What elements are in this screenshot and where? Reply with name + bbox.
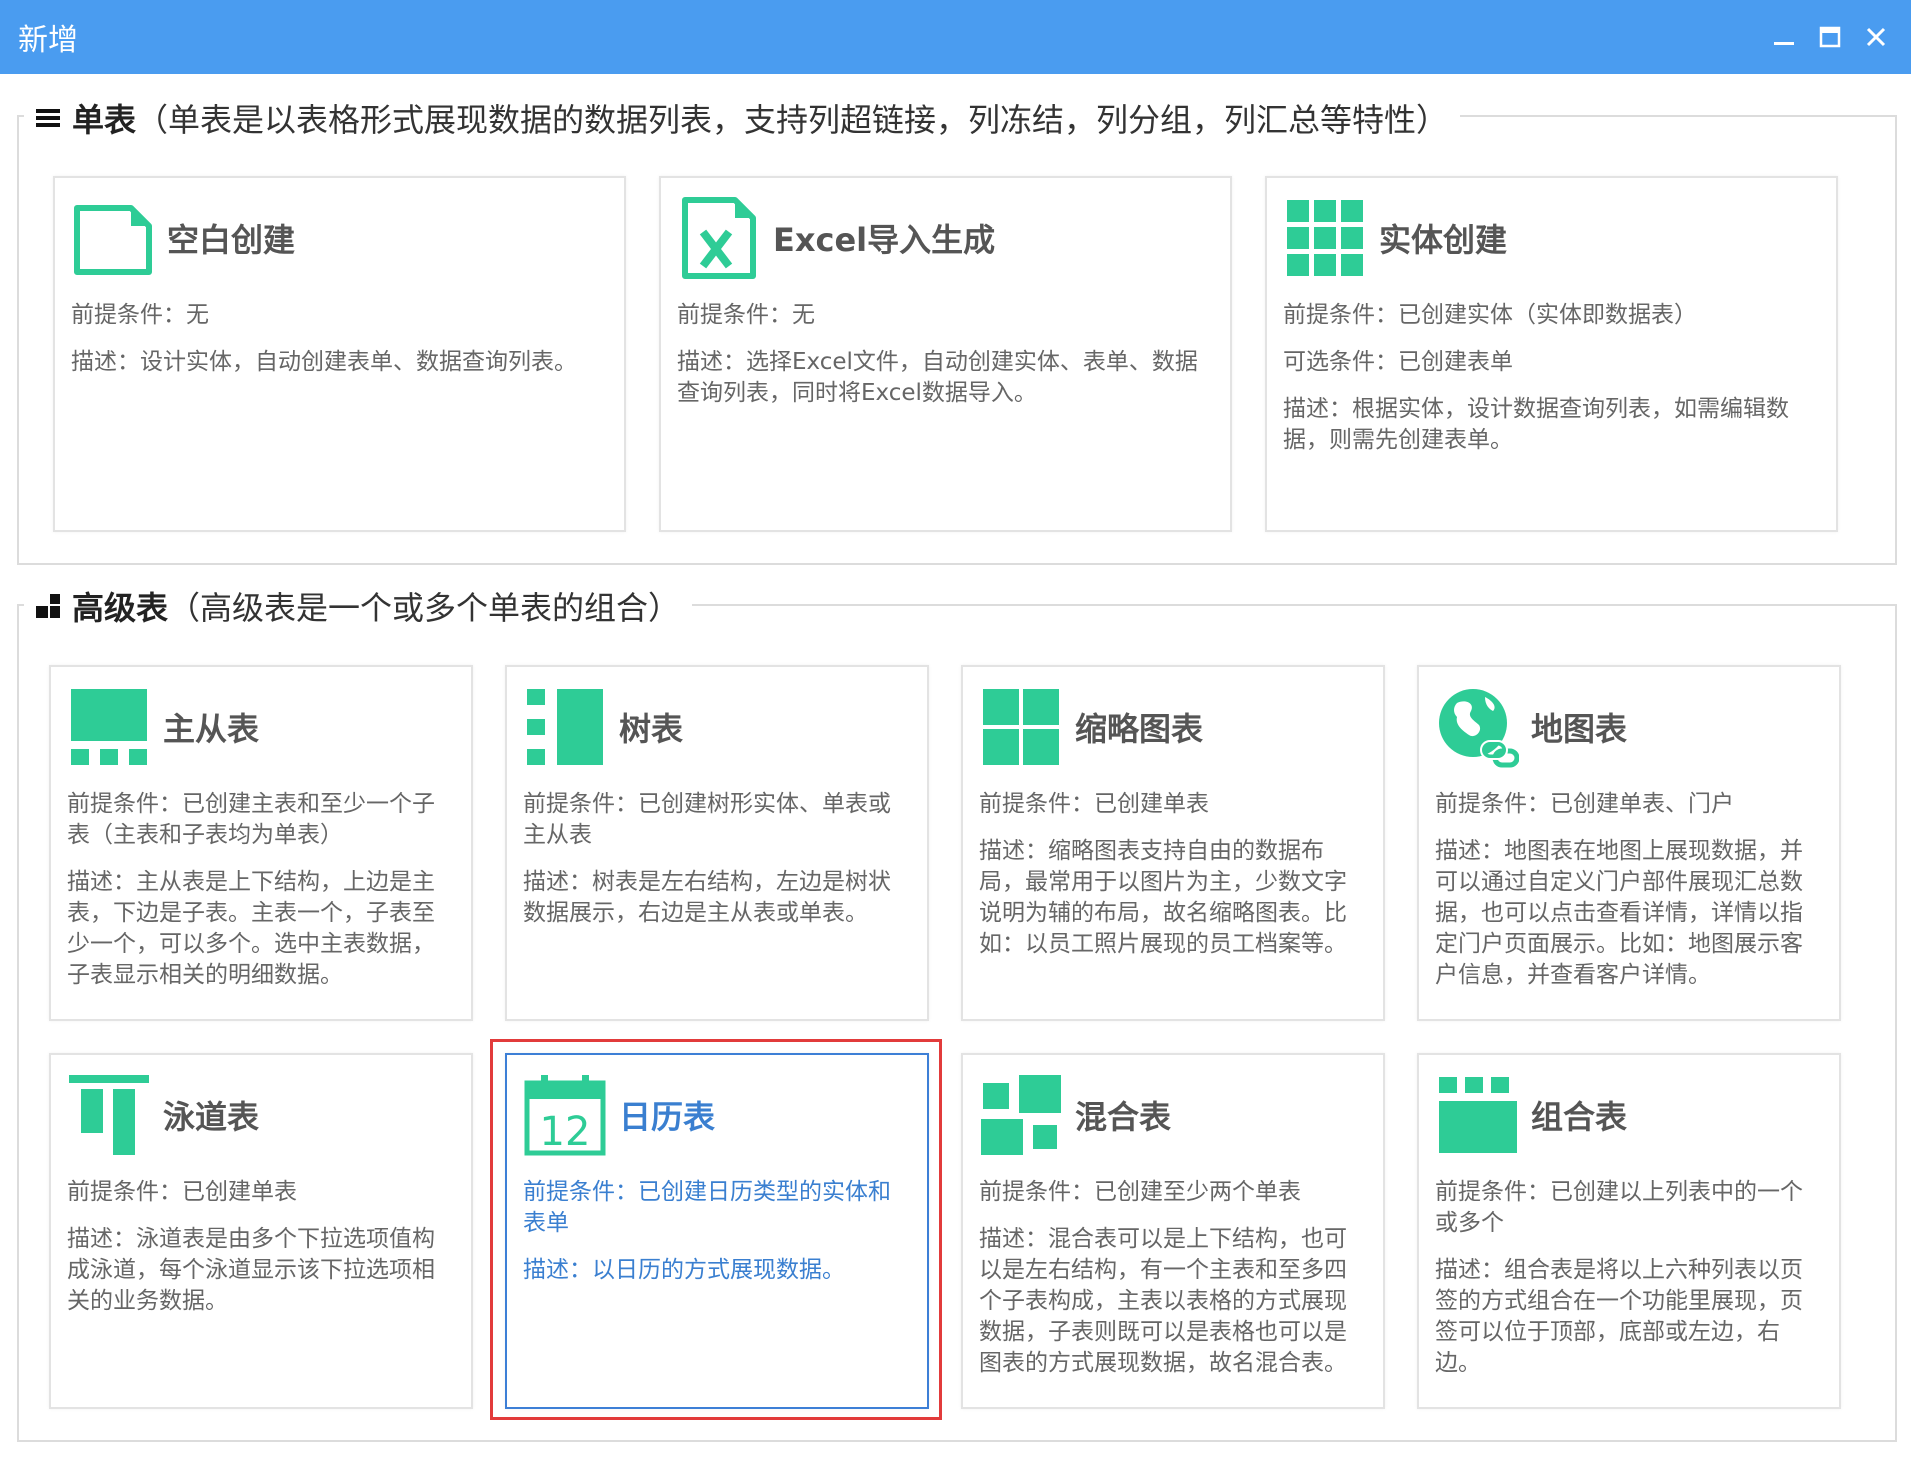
- card-thumbnail-table[interactable]: 缩略图表 前提条件：已创建单表 描述：缩略图表支持自由的数据布局，最常用于以图片…: [961, 665, 1385, 1021]
- minimize-icon: [1774, 42, 1794, 45]
- minimize-button[interactable]: [1761, 14, 1807, 60]
- map-globe-icon: [1439, 689, 1519, 768]
- blank-doc-icon: [74, 205, 152, 275]
- card-title: 日历表: [619, 1098, 716, 1136]
- card-precondition: 前提条件：已创建实体（实体即数据表）: [1283, 302, 1697, 328]
- calendar-icon: 12: [524, 1075, 606, 1156]
- card-excel-import[interactable]: Excel导入生成 前提条件：无 描述：选择Excel文件，自动创建实体、表单、…: [659, 176, 1232, 532]
- card-title: 地图表: [1531, 710, 1628, 748]
- card-entity-create[interactable]: 实体创建 前提条件：已创建实体（实体即数据表） 可选条件：已创建表单 描述：根据…: [1265, 176, 1838, 532]
- card-title: Excel导入生成: [773, 221, 996, 259]
- maximize-icon: [1819, 26, 1841, 48]
- card-precondition: 前提条件：已创建树形实体、单表或主从表: [523, 791, 891, 848]
- card-precondition: 前提条件：已创建主表和至少一个子表（主表和子表均为单表）: [67, 791, 435, 848]
- card-precondition: 前提条件：已创建单表: [67, 1179, 297, 1205]
- card-map-table[interactable]: 地图表 前提条件：已创建单表、门户 描述：地图表在地图上展现数据，并可以通过自定…: [1417, 665, 1841, 1021]
- card-master-detail[interactable]: 主从表 前提条件：已创建主表和至少一个子表（主表和子表均为单表） 描述：主从表是…: [49, 665, 473, 1021]
- card-title: 实体创建: [1379, 221, 1508, 259]
- thumbnail-icon: [983, 689, 1059, 765]
- card-description: 描述：组合表是将以上六种列表以页签的方式组合在一个功能里展现，页签可以位于顶部，…: [1435, 1257, 1803, 1376]
- card-swimlane-table[interactable]: 泳道表 前提条件：已创建单表 描述：泳道表是由多个下拉选项值构成泳道，每个泳道显…: [49, 1053, 473, 1409]
- card-tree-table[interactable]: 树表 前提条件：已创建树形实体、单表或主从表 描述：树表是左右结构，左边是树状数…: [505, 665, 929, 1021]
- single-table-name: 单表: [72, 101, 137, 139]
- excel-icon: [682, 197, 756, 279]
- card-title: 组合表: [1531, 1098, 1628, 1136]
- card-title: 混合表: [1075, 1098, 1172, 1136]
- close-icon: [1866, 27, 1886, 47]
- card-description: 描述：泳道表是由多个下拉选项值构成泳道，每个泳道显示该下拉选项相关的业务数据。: [67, 1226, 435, 1314]
- combo-icon: [1439, 1077, 1517, 1153]
- card-title: 空白创建: [167, 221, 296, 259]
- card-mixed-table[interactable]: 混合表 前提条件：已创建至少两个单表 描述：混合表可以是上下结构，也可以是左右结…: [961, 1053, 1385, 1409]
- card-title: 缩略图表: [1075, 710, 1204, 748]
- single-table-desc: （单表是以表格形式展现数据的数据列表，支持列超链接，列冻结，列分组，列汇总等特性…: [136, 101, 1449, 139]
- grid-icon: [1287, 200, 1363, 276]
- maximize-button[interactable]: [1807, 14, 1853, 60]
- advanced-table-desc: （高级表是一个或多个单表的组合）: [168, 589, 681, 627]
- card-description: 描述：选择Excel文件，自动创建实体、表单、数据查询列表，同时将Excel数据…: [677, 349, 1198, 406]
- blocks-icon: [36, 594, 60, 618]
- card-title: 主从表: [163, 710, 260, 748]
- window-title: 新增: [18, 23, 78, 58]
- card-calendar-table[interactable]: 12 日历表 前提条件：已创建日历类型的实体和表单 描述：以日历的方式展现数据。: [505, 1053, 929, 1409]
- card-precondition: 前提条件：无: [677, 302, 815, 328]
- window-controls: [1761, 14, 1911, 60]
- card-precondition: 前提条件：已创建单表、门户: [1435, 791, 1734, 817]
- card-description: 描述：根据实体，设计数据查询列表，如需编辑数据，则需先创建表单。: [1283, 396, 1789, 453]
- card-title: 树表: [619, 710, 684, 748]
- single-table-legend: 单表 （单表是以表格形式展现数据的数据列表，支持列超链接，列冻结，列分组，列汇总…: [24, 96, 1461, 140]
- card-description: 描述：混合表可以是上下结构，也可以是左右结构，有一个主表和至多四个子表构成，主表…: [979, 1226, 1347, 1376]
- swimlane-icon: [69, 1075, 149, 1155]
- card-precondition: 前提条件：已创建单表: [979, 791, 1209, 817]
- card-description: 描述：以日历的方式展现数据。: [523, 1257, 845, 1283]
- card-blank-create[interactable]: 空白创建 前提条件：无 描述：设计实体，自动创建表单、数据查询列表。: [53, 176, 626, 532]
- card-description: 描述：缩略图表支持自由的数据布局，最常用于以图片为主，少数文字说明为辅的布局，故…: [979, 838, 1347, 957]
- card-description: 描述：主从表是上下结构，上边是主表，下边是子表。主表一个，子表至少一个，可以多个…: [67, 869, 435, 988]
- card-title: 泳道表: [163, 1098, 260, 1136]
- card-precondition: 前提条件：无: [71, 302, 209, 328]
- close-button[interactable]: [1853, 14, 1899, 60]
- card-description: 描述：地图表在地图上展现数据，并可以通过自定义门户部件展现汇总数据，也可以点击查…: [1435, 838, 1803, 988]
- card-precondition: 前提条件：已创建以上列表中的一个或多个: [1435, 1179, 1803, 1236]
- advanced-table-legend: 高级表 （高级表是一个或多个单表的组合）: [24, 584, 693, 628]
- card-combo-table[interactable]: 组合表 前提条件：已创建以上列表中的一个或多个 描述：组合表是将以上六种列表以页…: [1417, 1053, 1841, 1409]
- window-titlebar: 新增: [0, 0, 1911, 74]
- card-optional-condition: 可选条件：已创建表单: [1283, 349, 1513, 375]
- list-icon: [36, 109, 60, 127]
- calendar-day-number: 12: [540, 1109, 591, 1155]
- card-precondition: 前提条件：已创建至少两个单表: [979, 1179, 1301, 1205]
- mixed-icon: [981, 1075, 1061, 1155]
- advanced-table-name: 高级表: [72, 589, 169, 627]
- master-detail-icon: [71, 689, 147, 765]
- card-description: 描述：树表是左右结构，左边是树状数据展示，右边是主从表或单表。: [523, 869, 891, 926]
- card-precondition: 前提条件：已创建日历类型的实体和表单: [523, 1179, 891, 1236]
- card-description: 描述：设计实体，自动创建表单、数据查询列表。: [71, 349, 577, 375]
- tree-icon: [527, 689, 603, 765]
